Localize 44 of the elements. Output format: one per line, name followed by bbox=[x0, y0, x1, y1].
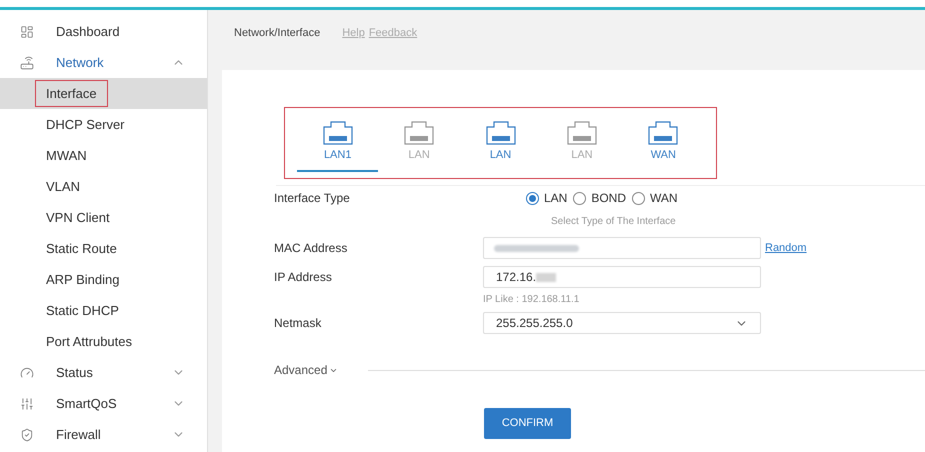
sidebar-subitem[interactable]: DHCP Server bbox=[0, 109, 207, 140]
radio-option[interactable]: LAN bbox=[526, 189, 568, 207]
port-tab[interactable]: WAN bbox=[622, 114, 704, 172]
sidebar-subitem[interactable]: Port Attrubutes bbox=[0, 326, 207, 357]
sidebar-item[interactable]: Status bbox=[0, 357, 207, 388]
gauge-icon bbox=[20, 366, 34, 380]
hint-text: Select Type of The Interface bbox=[551, 214, 676, 228]
sidebar-subitem[interactable]: ARP Binding bbox=[0, 264, 207, 295]
random-link[interactable]: Random bbox=[765, 240, 807, 256]
breadcrumb: Network/Interface bbox=[234, 26, 320, 41]
sidebar-subitem[interactable]: VLAN bbox=[0, 171, 207, 202]
shield-icon bbox=[20, 428, 34, 442]
advanced-toggle[interactable]: Advanced bbox=[274, 361, 338, 379]
port-tab[interactable]: LAN1 bbox=[297, 114, 378, 172]
sidebar-subitem[interactable]: Interface bbox=[0, 78, 207, 109]
hint-text: IP Like : 192.168.11.1 bbox=[483, 292, 580, 306]
ethernet-port-icon bbox=[648, 120, 678, 145]
sidebar-subitem[interactable]: VPN Client bbox=[0, 202, 207, 233]
radio-option[interactable]: WAN bbox=[632, 189, 678, 207]
ethernet-port-icon bbox=[404, 120, 434, 145]
sidebar-item[interactable]: Firewall bbox=[0, 419, 207, 450]
sidebar-subitem[interactable]: Static Route bbox=[0, 233, 207, 264]
blurred-value bbox=[536, 272, 556, 282]
field-label: MAC Address bbox=[274, 240, 348, 257]
dashboard-icon bbox=[20, 24, 34, 38]
port-tab[interactable]: LAN bbox=[460, 114, 542, 172]
sliders-icon bbox=[20, 396, 34, 410]
mac-address-field[interactable] bbox=[483, 237, 761, 259]
confirm-button[interactable]: CONFIRM bbox=[484, 408, 571, 439]
radio-option[interactable]: BOND bbox=[573, 189, 626, 207]
ethernet-port-icon bbox=[322, 120, 353, 145]
sidebar-item[interactable]: SmartQoS bbox=[0, 388, 207, 419]
field-label: Netmask bbox=[274, 315, 322, 332]
ip-address-field[interactable]: 172.16. bbox=[483, 266, 761, 288]
field-label: Interface Type bbox=[274, 190, 351, 207]
sidebar-item[interactable]: Dashboard bbox=[0, 16, 207, 47]
ethernet-port-icon bbox=[566, 120, 597, 145]
sidebar-subitem[interactable]: Static DHCP bbox=[0, 295, 207, 326]
sidebar-item[interactable]: Network bbox=[0, 47, 207, 78]
sidebar-subitem[interactable]: MWAN bbox=[0, 140, 207, 171]
field-label: IP Address bbox=[274, 269, 333, 286]
netmask-select[interactable]: 255.255.255.0 bbox=[483, 312, 761, 334]
ethernet-port-icon bbox=[486, 120, 516, 145]
router-icon bbox=[20, 56, 34, 70]
